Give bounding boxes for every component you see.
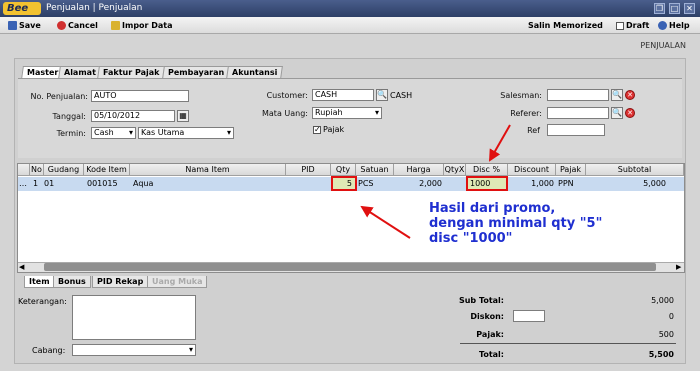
cabang-select[interactable] <box>72 344 196 356</box>
tab-uang-muka: Uang Muka <box>147 276 208 288</box>
diskon-label: Diskon: <box>470 312 504 321</box>
divider <box>460 343 676 344</box>
tab-pid-rekap[interactable]: PID Rekap <box>92 276 149 288</box>
keterangan-label: Keterangan: <box>18 297 67 306</box>
pajak-total-label: Pajak: <box>476 330 504 339</box>
tab-bonus[interactable]: Bonus <box>53 276 91 288</box>
pajak-value: 500 <box>658 330 674 339</box>
qty-arrow <box>360 205 411 239</box>
keterangan-textarea[interactable] <box>72 295 196 340</box>
total-label: Total: <box>478 350 504 359</box>
subtotal-value: 5,000 <box>651 296 674 305</box>
subtotal-label: Sub Total: <box>458 296 504 305</box>
total-value: 5,500 <box>648 350 674 359</box>
disc-arrow <box>489 124 511 162</box>
tab-item[interactable]: Item <box>24 276 55 288</box>
diskon-input[interactable] <box>513 310 545 322</box>
diskon-value: 0 <box>668 312 674 321</box>
cabang-label: Cabang: <box>32 346 66 355</box>
